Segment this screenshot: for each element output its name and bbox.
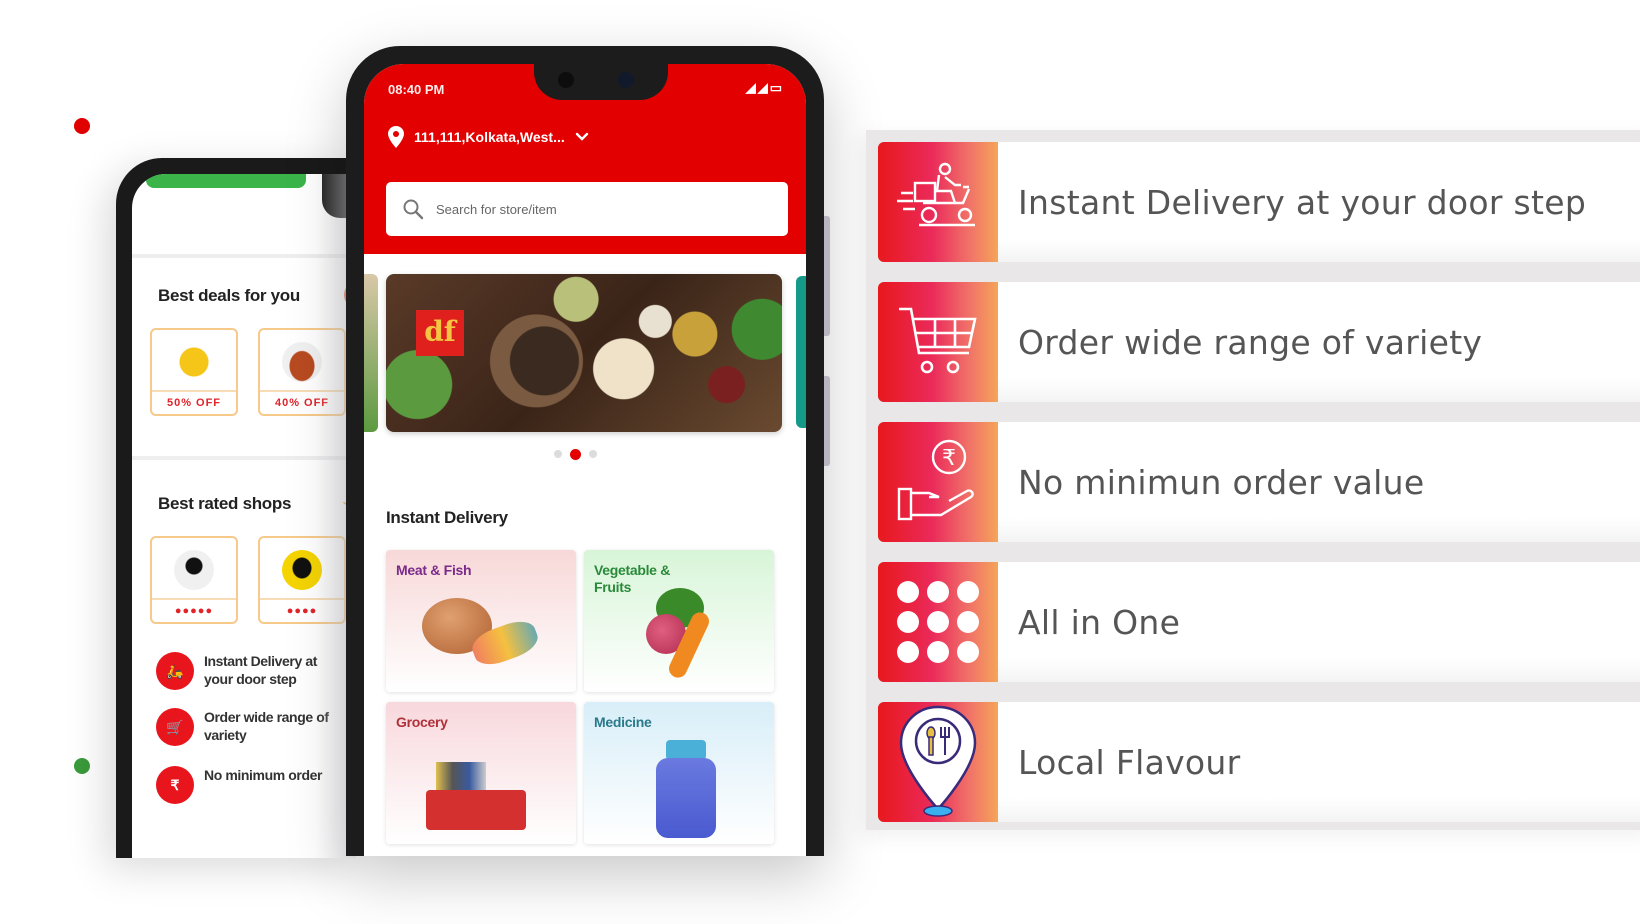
feature-icon-box	[878, 282, 998, 402]
feature-item-all-in-one: All in One	[878, 562, 1640, 682]
bowl-logo-icon	[174, 550, 214, 590]
search-icon	[403, 199, 424, 220]
category-label: Meat & Fish	[396, 562, 472, 578]
location-food-pin-icon	[899, 705, 977, 817]
deal-discount: 50% OFF	[152, 390, 236, 414]
carousel-dot-active[interactable]	[570, 448, 581, 460]
status-signal-battery-icon: ◢◢▭	[745, 80, 784, 95]
status-time: 08:40 PM	[388, 82, 445, 97]
back-phone-top-bar	[146, 174, 306, 188]
front-phone-notch	[534, 64, 668, 100]
search-bar[interactable]	[386, 182, 788, 236]
best-deals-title: Best deals for you	[158, 286, 300, 305]
best-rated-title: Best rated shops	[158, 494, 292, 513]
feature-label-box: Order wide range of variety	[998, 282, 1640, 402]
delivery-scooter-icon	[897, 162, 975, 227]
feature-label: Local Flavour	[1018, 742, 1241, 782]
rupee-hand-icon: ₹	[897, 439, 974, 521]
feature-label-box: Instant Delivery at your door step	[998, 142, 1640, 262]
section-title: Instant Delivery	[386, 508, 508, 527]
category-card-grocery[interactable]: Grocery	[386, 702, 576, 844]
grocery-items-illustration	[436, 762, 486, 792]
feature-label-box: Local Flavour	[998, 702, 1640, 822]
delivery-icon: 🛵	[156, 652, 194, 690]
feature-icon-box	[878, 562, 998, 682]
location-pin-icon	[388, 126, 404, 148]
decorative-green-dot	[74, 758, 90, 774]
feature-item-variety: Order wide range of variety	[878, 282, 1640, 402]
back-phone-mockup: Best deals for you 50% OFF 40% OFF Best …	[116, 158, 356, 858]
banner-brand-logo: df	[416, 310, 464, 356]
svg-text:₹: ₹	[942, 446, 956, 471]
location-selector[interactable]: 111,111,Kolkata,West...	[388, 126, 589, 148]
promo-banner[interactable]: df	[386, 274, 782, 432]
feature-label: No minimun order value	[1018, 462, 1425, 502]
category-label: Medicine	[594, 714, 652, 730]
front-phone-screen: 08:40 PM ◢◢▭ 111,111,Kolkata,West... Sea…	[364, 64, 806, 856]
banner-peek-next[interactable]	[796, 276, 806, 428]
camera-icon	[618, 72, 634, 88]
bottle-cap-illustration	[666, 740, 706, 760]
feature-icon-box	[878, 702, 998, 822]
category-card-vegetable-fruits[interactable]: Vegetable & Fruits	[584, 550, 774, 692]
feature-icon-box: ₹	[878, 422, 998, 542]
cart-icon: 🛒	[156, 708, 194, 746]
category-card-medicine[interactable]: Medicine	[584, 702, 774, 844]
shop-card[interactable]: ●●●●●	[150, 536, 238, 624]
front-phone-mockup: 08:40 PM ◢◢▭ 111,111,Kolkata,West... Sea…	[346, 46, 830, 856]
carousel-indicator	[554, 448, 597, 460]
back-phone-screen: Best deals for you 50% OFF 40% OFF Best …	[132, 174, 356, 858]
feature-item-instant-delivery: Instant Delivery at your door step	[878, 142, 1640, 262]
location-text: 111,111,Kolkata,West...	[414, 129, 565, 145]
feature-item-no-minimum: ₹ No minimun order value	[878, 422, 1640, 542]
decorative-red-dot	[74, 118, 90, 134]
shop-rating: ●●●●●	[152, 598, 236, 622]
volume-button	[824, 216, 830, 336]
feature-label: Instant Delivery at your door step	[1018, 182, 1587, 222]
carousel-dot[interactable]	[554, 450, 562, 458]
feature-label: Order wide range of variety	[1018, 322, 1483, 362]
shopping-cart-icon	[899, 307, 977, 374]
chevron-down-icon	[575, 132, 588, 141]
basket-illustration	[426, 790, 526, 830]
category-card-meat-fish[interactable]: Meat & Fish	[386, 550, 576, 692]
deal-card[interactable]: 50% OFF	[150, 328, 238, 416]
medicine-bottle-illustration	[656, 758, 716, 838]
grid-dots-icon	[897, 581, 979, 663]
feature-label-box: All in One	[998, 562, 1640, 682]
banner-peek-prev[interactable]	[364, 274, 378, 432]
camera-icon	[558, 72, 574, 88]
feature-item-local-flavour: Local Flavour	[878, 702, 1640, 822]
feature-icon-box	[878, 142, 998, 262]
carousel-dot[interactable]	[589, 450, 597, 458]
category-label: Grocery	[396, 714, 448, 730]
feature-label: All in One	[1018, 602, 1181, 642]
search-input[interactable]	[436, 201, 696, 217]
feature-label-box: No minimun order value	[998, 422, 1640, 542]
promo-stage: Best deals for you 50% OFF 40% OFF Best …	[0, 0, 1640, 924]
power-button	[824, 376, 830, 466]
rupee-hand-icon: ₹	[156, 766, 194, 804]
mascot-logo-icon	[174, 342, 214, 382]
features-panel: Instant Delivery at your door step Order…	[866, 130, 1640, 830]
